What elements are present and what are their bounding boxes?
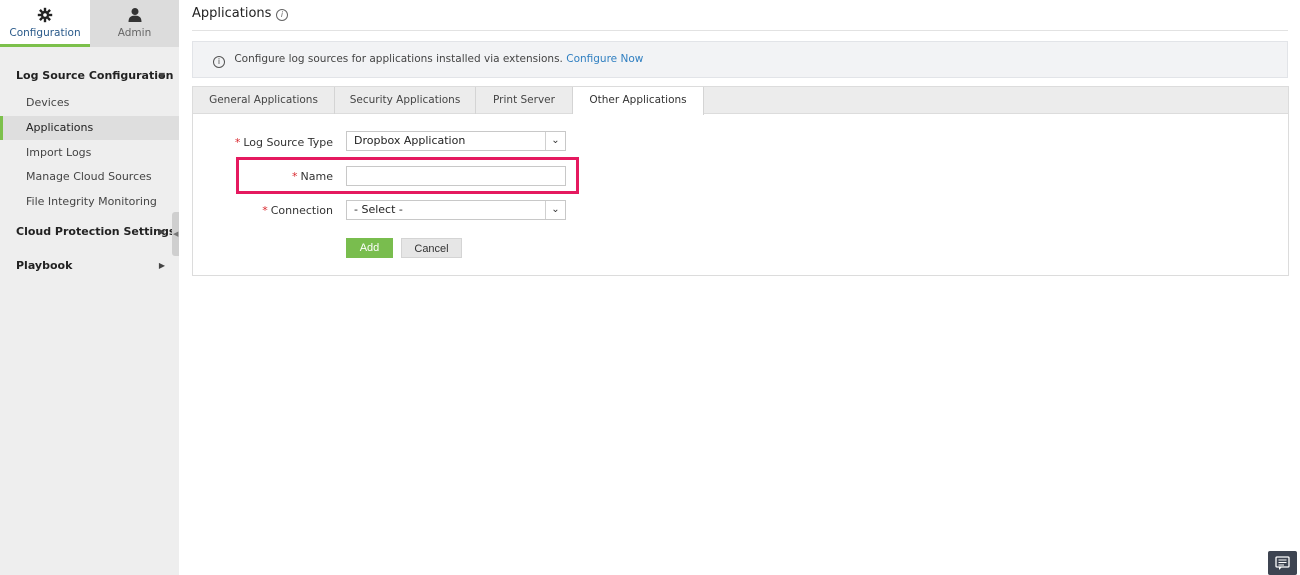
info-icon: i	[213, 56, 225, 68]
sidebar-item-label: Applications	[26, 121, 94, 134]
chevron-left-icon: ◀	[173, 230, 179, 238]
log-source-type-label: * Log Source Type	[200, 136, 333, 149]
configure-now-link[interactable]: Configure Now	[566, 53, 643, 65]
sidebar-item-manage-cloud-sources[interactable]: Manage Cloud Sources	[0, 165, 179, 189]
help-icon[interactable]: i	[276, 9, 288, 21]
required-marker: *	[262, 204, 268, 217]
sidebar-item-applications[interactable]: Applications	[0, 116, 179, 140]
sidebar-item-file-integrity-monitoring[interactable]: File Integrity Monitoring	[0, 190, 179, 214]
chat-button[interactable]	[1268, 551, 1297, 575]
sidebar-section-label: Log Source Configuration	[16, 69, 174, 82]
page-title: Applications	[192, 6, 272, 21]
sidebar-section-label: Playbook	[16, 259, 73, 272]
required-marker: *	[292, 170, 298, 183]
sidebar-collapse-handle[interactable]: ◀	[172, 212, 179, 256]
tab-admin-label: Admin	[117, 27, 152, 39]
gear-icon	[0, 7, 90, 25]
sidebar-item-devices[interactable]: Devices	[0, 91, 179, 115]
user-icon	[90, 7, 179, 25]
tab-general-applications[interactable]: General Applications	[193, 87, 335, 114]
connection-label-text: Connection	[270, 204, 333, 217]
tab-configuration-label: Configuration	[9, 27, 81, 39]
chat-icon	[1268, 556, 1297, 575]
name-label: * Name	[200, 170, 333, 183]
connection-label: * Connection	[200, 204, 333, 217]
chevron-down-icon[interactable]: ⌄	[545, 201, 565, 219]
chevron-right-icon: ▶	[158, 227, 165, 236]
required-marker: *	[234, 136, 241, 149]
log-source-type-value: Dropbox Application	[354, 134, 466, 147]
tab-admin[interactable]: Admin	[90, 0, 179, 47]
tab-security-applications[interactable]: Security Applications	[335, 87, 476, 114]
tab-bar: General Applications Security Applicatio…	[193, 87, 1288, 115]
sidebar-item-import-logs[interactable]: Import Logs	[0, 141, 179, 165]
sidebar: Configuration Admin Log Source Configura…	[0, 0, 179, 575]
add-button[interactable]: Add	[346, 238, 393, 258]
connection-select[interactable]: - Select - ⌄	[346, 200, 566, 220]
name-label-text: Name	[300, 170, 333, 183]
info-banner: i Configure log sources for applications…	[192, 41, 1288, 78]
chevron-down-icon: ▼	[158, 71, 165, 80]
top-tabs: Configuration Admin	[0, 0, 179, 47]
cancel-button[interactable]: Cancel	[401, 238, 462, 258]
sidebar-section-playbook[interactable]: Playbook ▶	[0, 255, 179, 277]
connection-value: - Select -	[354, 203, 403, 216]
tab-print-server[interactable]: Print Server	[476, 87, 573, 114]
sidebar-section-label: Cloud Protection Settings	[16, 225, 176, 238]
tab-other-applications[interactable]: Other Applications	[573, 87, 704, 115]
title-divider	[192, 30, 1288, 31]
sidebar-section-log-source-configuration[interactable]: Log Source Configuration ▼	[0, 65, 179, 87]
chevron-right-icon: ▶	[158, 261, 165, 270]
sidebar-item-label: File Integrity Monitoring	[26, 195, 157, 208]
log-source-type-select[interactable]: Dropbox Application ⌄	[346, 131, 566, 151]
name-input[interactable]	[346, 166, 566, 186]
info-banner-text: Configure log sources for applications i…	[234, 53, 563, 65]
sidebar-section-cloud-protection-settings[interactable]: Cloud Protection Settings ▶	[0, 221, 179, 243]
tab-configuration[interactable]: Configuration	[0, 0, 90, 47]
sidebar-item-label: Devices	[26, 96, 70, 109]
sidebar-item-label: Manage Cloud Sources	[26, 170, 152, 183]
chevron-down-icon[interactable]: ⌄	[545, 132, 565, 150]
log-source-type-label-text: Log Source Type	[243, 136, 333, 149]
sidebar-item-label: Import Logs	[26, 146, 92, 159]
